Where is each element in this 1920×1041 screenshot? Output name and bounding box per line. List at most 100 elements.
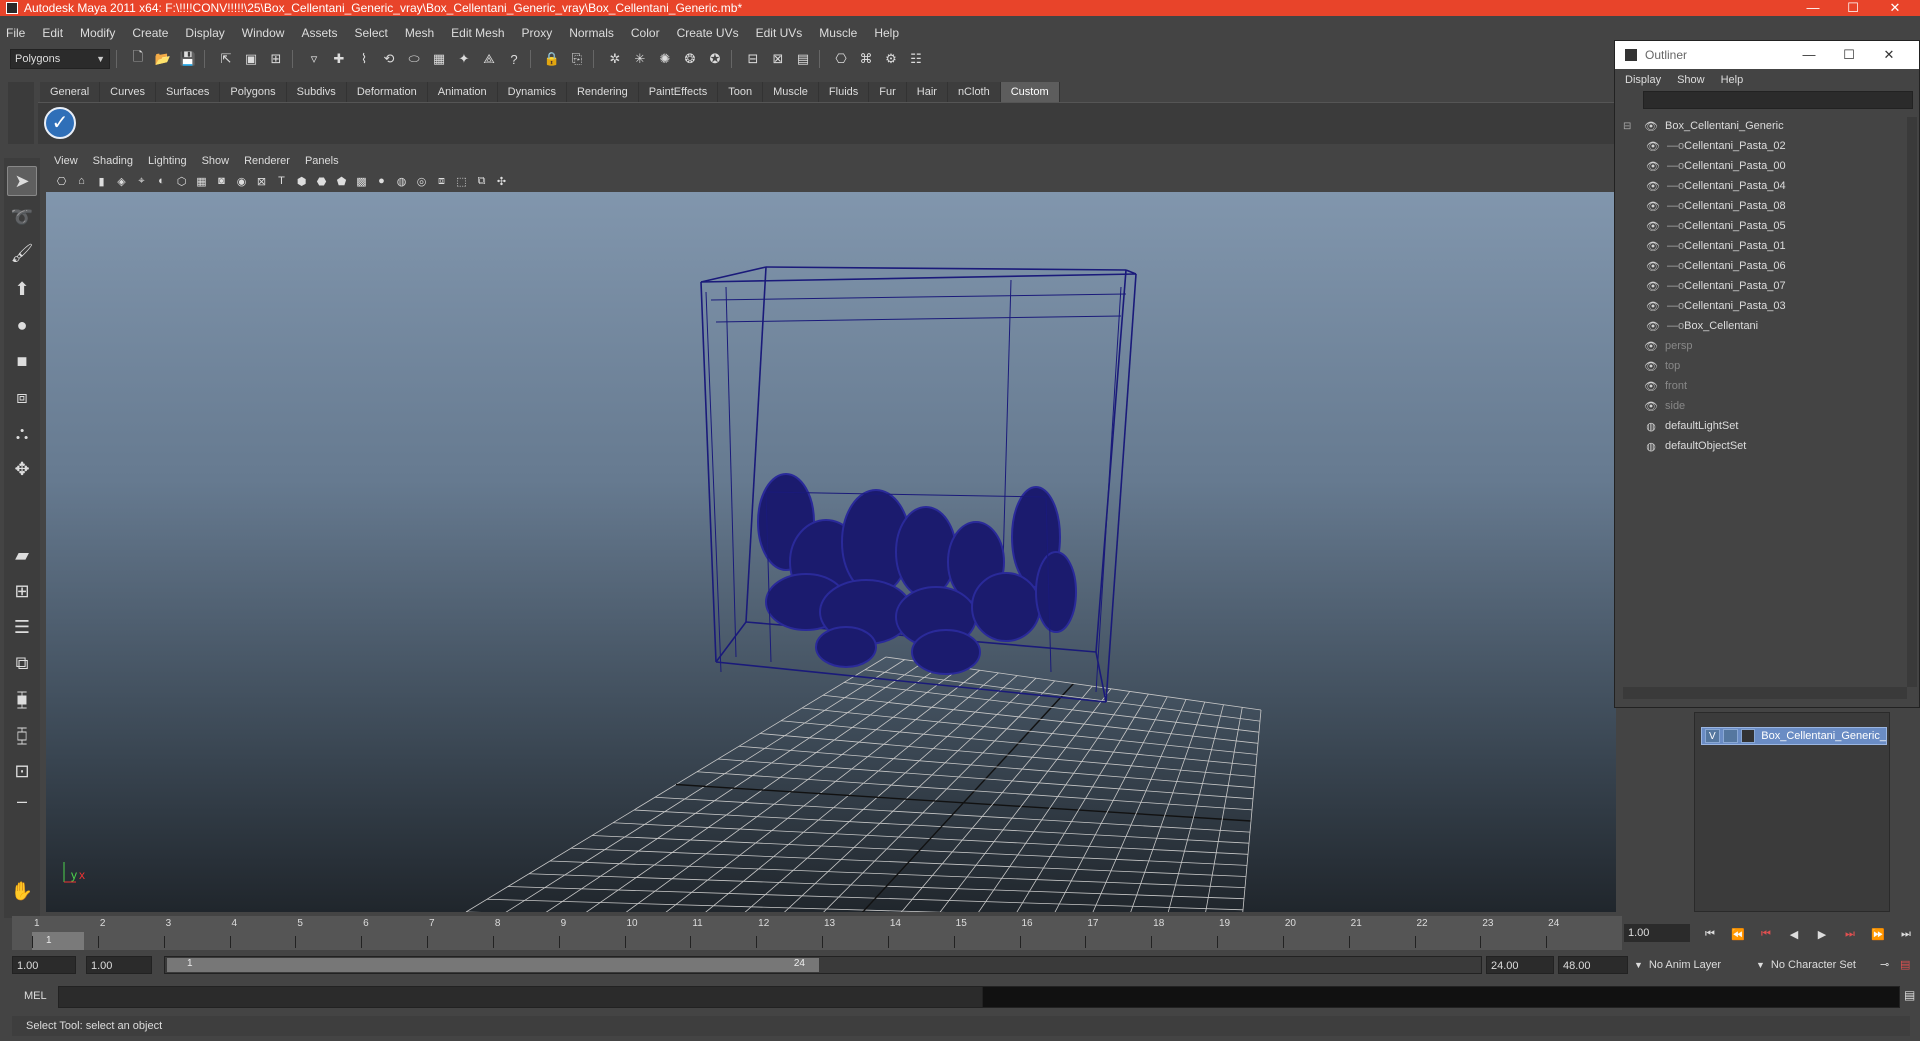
tab-rendering[interactable]: Rendering	[566, 82, 639, 102]
tab-muscle[interactable]: Muscle	[763, 82, 819, 102]
close-button[interactable]: ✕	[1872, 0, 1918, 16]
input-line-icon[interactable]: ⊟	[743, 49, 763, 69]
collapse-toggle-icon[interactable]: ⊟	[1623, 121, 1643, 132]
save-scene-icon[interactable]: 💾	[178, 49, 198, 69]
outliner-filter-input[interactable]	[1643, 91, 1913, 109]
go-to-end-icon[interactable]: ⏭	[1892, 928, 1920, 941]
safe-title-icon[interactable]: T	[274, 174, 289, 189]
step-forward-icon[interactable]: ⏩	[1864, 928, 1892, 941]
high-quality-icon[interactable]: ⧉	[474, 174, 489, 189]
layer-display-type-toggle[interactable]	[1722, 729, 1738, 743]
outliner-item[interactable]: 👁 —o Box_Cellentani	[1645, 317, 1758, 335]
outliner-persp-layout-icon[interactable]: ⧮	[7, 720, 37, 750]
outliner-maximize-button[interactable]: ☐	[1829, 41, 1869, 69]
outliner-item[interactable]: 👁 front	[1623, 377, 1687, 395]
all-lights-icon[interactable]: ◍	[394, 174, 409, 189]
menu-file[interactable]: File	[6, 26, 25, 40]
go-to-start-icon[interactable]: ⏮	[1696, 928, 1724, 941]
tab-general[interactable]: General	[40, 82, 101, 102]
hypershade-layout-icon[interactable]: ⧯	[7, 684, 37, 714]
menu-mesh[interactable]: Mesh	[405, 26, 434, 40]
snap-point-icon[interactable]: ⟲	[379, 49, 399, 69]
tab-polygons[interactable]: Polygons	[220, 82, 287, 102]
menu-create[interactable]: Create	[132, 26, 168, 40]
animation-end-field[interactable]: 48.00	[1558, 956, 1628, 974]
rotate-tool-icon[interactable]: ●	[7, 310, 37, 340]
range-slider-bar[interactable]: 1 24	[167, 958, 819, 972]
tab-deformation[interactable]: Deformation	[346, 82, 428, 102]
outliner-item[interactable]: 👁 —o Cellentani_Pasta_05	[1645, 217, 1786, 235]
viewport-menu-renderer[interactable]: Renderer	[244, 155, 290, 167]
character-set-selector[interactable]: ▼ No Character Set	[1756, 956, 1886, 974]
render-view-icon[interactable]: ✪	[705, 49, 725, 69]
viewport-menu-shading[interactable]: Shading	[93, 155, 133, 167]
tab-subdivs[interactable]: Subdivs	[286, 82, 347, 102]
snap-grid-icon[interactable]: ✚	[329, 49, 349, 69]
outliner-item[interactable]: 👁 —o Cellentani_Pasta_08	[1645, 197, 1786, 215]
tweak-icon[interactable]: ✣	[494, 174, 509, 189]
select-object-icon[interactable]: ▣	[241, 49, 261, 69]
menu-help[interactable]: Help	[874, 26, 899, 40]
step-back-key-icon[interactable]: ⏮	[1752, 928, 1780, 941]
outliner-item[interactable]: 👁 —o Cellentani_Pasta_01	[1645, 237, 1786, 255]
field-chart-icon[interactable]: ◉	[234, 174, 249, 189]
outliner-item[interactable]: 👁 side	[1623, 397, 1685, 415]
animation-start-field[interactable]: 1.00	[12, 956, 76, 974]
outliner-menu-show[interactable]: Show	[1677, 74, 1705, 86]
current-time-indicator[interactable]: 1	[32, 932, 84, 950]
script-editor-icon[interactable]: ▤	[1904, 988, 1915, 1002]
outliner-item[interactable]: 👁 —o Cellentani_Pasta_00	[1645, 157, 1786, 175]
render-frame-icon[interactable]: ✲	[605, 49, 625, 69]
outliner-item[interactable]: 👁 —o Cellentani_Pasta_03	[1645, 297, 1786, 315]
outliner-item[interactable]: 👁 —o Cellentani_Pasta_02	[1645, 137, 1786, 155]
tab-fluids[interactable]: Fluids	[818, 82, 870, 102]
outliner-item[interactable]: ◍ defaultObjectSet	[1623, 437, 1746, 455]
layer-editor-icon[interactable]: ☷	[906, 49, 926, 69]
outliner-item[interactable]: ⊟ 👁 Box_Cellentani_Generic	[1623, 117, 1784, 135]
snap-curve-icon[interactable]: ⌇	[354, 49, 374, 69]
textured-icon[interactable]: ▩	[354, 174, 369, 189]
tab-fur[interactable]: Fur	[869, 82, 907, 102]
playback-start-field[interactable]: 1.00	[86, 956, 152, 974]
lock-icon[interactable]: 🔒	[542, 49, 562, 69]
channel-box-icon[interactable]: ▤	[793, 49, 813, 69]
maximize-button[interactable]: ☐	[1830, 0, 1876, 16]
range-slider[interactable]: 1 24	[164, 956, 1482, 974]
camera-icon[interactable]: ⎔	[831, 49, 851, 69]
layer-color-swatch[interactable]	[1740, 729, 1756, 743]
select-hierarchy-icon[interactable]: ⇱	[216, 49, 236, 69]
more-layouts-icon[interactable]: –	[7, 786, 37, 816]
smooth-shading-icon[interactable]: ⬣	[314, 174, 329, 189]
outliner-item[interactable]: 👁 —o Cellentani_Pasta_07	[1645, 277, 1786, 295]
viewport-menu-lighting[interactable]: Lighting	[148, 155, 187, 167]
outliner-close-button[interactable]: ✕	[1869, 41, 1909, 69]
anim-layer-selector[interactable]: ▼ No Anim Layer	[1634, 956, 1754, 974]
tab-curves[interactable]: Curves	[100, 82, 156, 102]
bookmark-icon[interactable]: ▮	[94, 174, 109, 189]
open-scene-icon[interactable]: 📂	[153, 49, 173, 69]
default-lights-icon[interactable]: ●	[374, 174, 389, 189]
menu-create-uvs[interactable]: Create UVs	[677, 26, 739, 40]
checkmark-icon[interactable]: ✓	[44, 107, 76, 139]
tab-toon[interactable]: Toon	[718, 82, 764, 102]
play-backward-icon[interactable]: ◀	[1780, 928, 1808, 941]
film-gate-icon[interactable]: ◐	[154, 174, 169, 189]
menu-assets[interactable]: Assets	[301, 26, 337, 40]
single-pane-layout-icon[interactable]: ▰	[7, 540, 37, 570]
tab-painteffects[interactable]: PaintEffects	[638, 82, 719, 102]
outliner-item[interactable]: 👁 —o Cellentani_Pasta_06	[1645, 257, 1786, 275]
render-settings-icon[interactable]: ✺	[655, 49, 675, 69]
outliner-horizontal-scrollbar[interactable]	[1623, 687, 1907, 699]
last-tool-icon[interactable]: ✥	[7, 454, 37, 484]
current-frame-field[interactable]: 1.00	[1624, 924, 1690, 942]
outliner-menu-help[interactable]: Help	[1721, 74, 1744, 86]
menu-modify[interactable]: Modify	[80, 26, 115, 40]
attribute-editor-icon[interactable]: ⌘	[856, 49, 876, 69]
tab-surfaces[interactable]: Surfaces	[155, 82, 221, 102]
menu-set-selector[interactable]: Polygons ▼	[10, 49, 110, 69]
custom-layout-icon[interactable]: ⊡	[7, 756, 37, 786]
isolate-select-icon[interactable]: ⬚	[454, 174, 469, 189]
paint-select-tool-icon[interactable]: 🖌	[7, 238, 37, 268]
outliner-menu-display[interactable]: Display	[1625, 74, 1661, 86]
step-back-icon[interactable]: ⏪	[1724, 928, 1752, 941]
